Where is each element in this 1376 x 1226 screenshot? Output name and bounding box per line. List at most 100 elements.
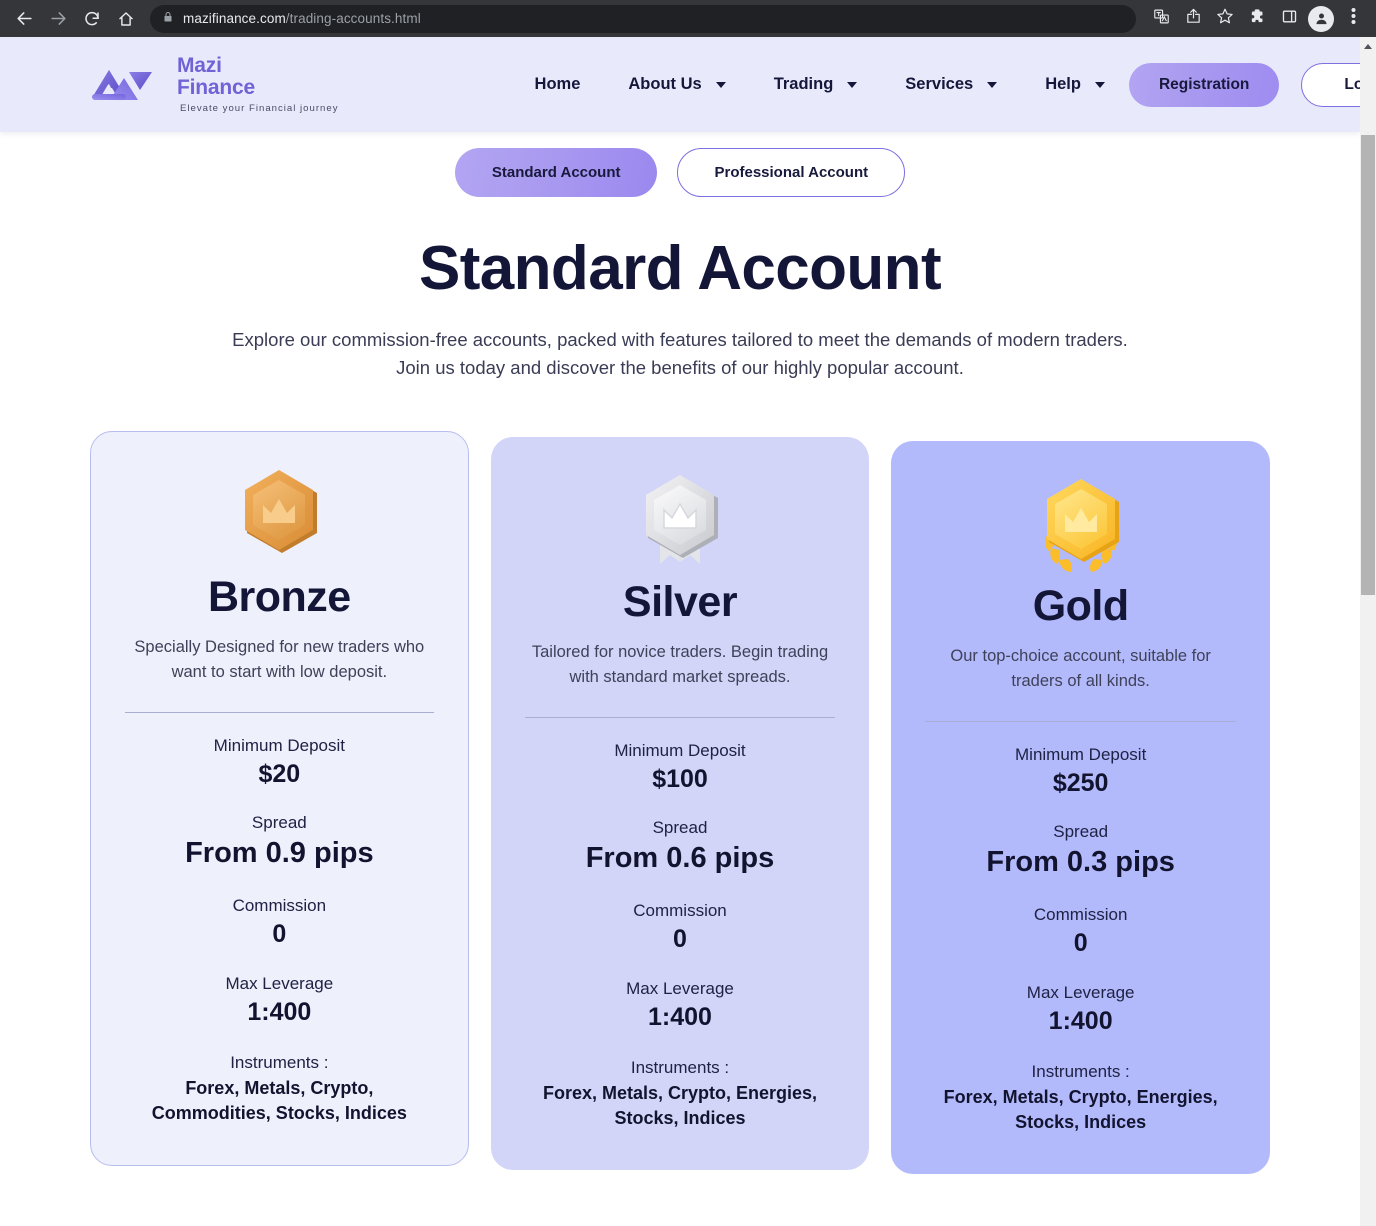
web-page: Mazi Finance Elevate your Financial jour… bbox=[0, 37, 1376, 1226]
stat-commission: Commission 0 bbox=[125, 895, 434, 951]
share-icon bbox=[1185, 8, 1202, 30]
tab-standard-account[interactable]: Standard Account bbox=[454, 148, 658, 197]
bronze-badge-wrap bbox=[125, 458, 434, 576]
instruments-label: Instruments : bbox=[230, 1053, 329, 1073]
side-panel-button[interactable] bbox=[1274, 4, 1304, 34]
stat-value: 1:400 bbox=[247, 997, 312, 1026]
account-card-bronze[interactable]: Bronze Specially Designed for new trader… bbox=[90, 430, 469, 1167]
stat-value: $20 bbox=[258, 759, 301, 788]
stat-label: Minimum Deposit bbox=[1015, 744, 1147, 764]
stat-spread: Spread From 0.6 pips bbox=[525, 817, 836, 878]
back-button[interactable] bbox=[8, 3, 40, 35]
stat-value: $250 bbox=[1052, 768, 1109, 797]
site-logo[interactable]: Mazi Finance Elevate your Financial jour… bbox=[90, 55, 339, 114]
card-tier-title: Silver bbox=[622, 577, 738, 626]
back-arrow-icon bbox=[15, 9, 34, 28]
account-card-silver[interactable]: Silver Tailored for novice traders. Begi… bbox=[490, 436, 870, 1171]
stat-label: Minimum Deposit bbox=[213, 735, 345, 755]
stat-minimum-deposit: Minimum Deposit $250 bbox=[925, 744, 1236, 800]
nav-label: Help bbox=[1045, 75, 1081, 93]
stat-spread: Spread From 0.3 pips bbox=[925, 821, 1236, 882]
reload-button[interactable] bbox=[76, 3, 108, 35]
browser-menu-button[interactable] bbox=[1338, 4, 1368, 34]
stat-label: Commission bbox=[1033, 905, 1128, 925]
nav-label: Home bbox=[534, 75, 581, 93]
card-tier-title: Bronze bbox=[207, 572, 351, 621]
url-domain: mazifinance.com bbox=[183, 11, 286, 26]
nav-item-trading[interactable]: Trading bbox=[750, 75, 882, 94]
gold-hexagon-crown-laurel-badge-icon bbox=[1023, 470, 1139, 582]
stat-label: Max Leverage bbox=[225, 973, 334, 993]
silver-hexagon-crown-ribbon-badge-icon bbox=[626, 466, 734, 578]
stat-minimum-deposit: Minimum Deposit $20 bbox=[125, 735, 434, 791]
stat-commission: Commission 0 bbox=[525, 900, 836, 956]
profile-button[interactable] bbox=[1306, 4, 1336, 34]
card-tier-title: Gold bbox=[1032, 581, 1129, 630]
logo-line-1: Mazi bbox=[177, 54, 222, 78]
nav-item-help[interactable]: Help bbox=[1021, 75, 1129, 94]
chevron-down-icon bbox=[715, 81, 726, 88]
instruments-block: Instruments : Forex, Metals, Crypto, Ene… bbox=[525, 1057, 836, 1130]
page-scrollbar[interactable] bbox=[1360, 37, 1376, 1226]
nav-item-about-us[interactable]: About Us bbox=[604, 75, 749, 94]
instruments-value: Forex, Metals, Crypto, Energies, Stocks,… bbox=[943, 1087, 1218, 1132]
stat-spread: Spread From 0.9 pips bbox=[125, 812, 434, 873]
browser-toolbar: mazifinance.com/trading-accounts.html bbox=[0, 0, 1376, 37]
silver-badge-wrap bbox=[525, 463, 836, 581]
chevron-up-icon bbox=[1364, 43, 1372, 49]
nav-label: About Us bbox=[628, 75, 702, 93]
home-icon bbox=[117, 10, 135, 28]
instruments-label: Instruments : bbox=[1031, 1062, 1130, 1082]
url-path: /trading-accounts.html bbox=[285, 11, 421, 26]
page-viewport: Mazi Finance Elevate your Financial jour… bbox=[0, 37, 1376, 1226]
account-type-tabs: Standard Account Professional Account bbox=[0, 148, 1360, 197]
registration-button[interactable]: Registration bbox=[1128, 62, 1280, 107]
stat-value: From 0.9 pips bbox=[185, 837, 374, 870]
account-card-gold[interactable]: Gold Our top-choice account, suitable fo… bbox=[891, 440, 1270, 1175]
side-panel-icon bbox=[1281, 8, 1298, 30]
page-title: Standard Account bbox=[418, 234, 942, 303]
stat-value: From 0.3 pips bbox=[986, 846, 1175, 879]
page-subtitle: Explore our commission-free accounts, pa… bbox=[0, 326, 1360, 383]
site-header: Mazi Finance Elevate your Financial jour… bbox=[0, 37, 1376, 132]
nav-item-home[interactable]: Home bbox=[511, 75, 605, 94]
translate-icon bbox=[1153, 8, 1170, 30]
bronze-hexagon-crown-badge-icon bbox=[225, 461, 333, 573]
share-button[interactable] bbox=[1178, 4, 1208, 34]
logo-tagline: Elevate your Financial journey bbox=[180, 102, 339, 114]
card-description: Specially Designed for new traders who w… bbox=[134, 637, 425, 681]
instruments-block: Instruments : Forex, Metals, Crypto, Ene… bbox=[925, 1061, 1236, 1134]
nav-item-services[interactable]: Services bbox=[881, 75, 1021, 94]
bookmark-star-icon bbox=[1216, 7, 1234, 30]
bookmark-button[interactable] bbox=[1210, 4, 1240, 34]
main-navigation: Home About Us Trading Services Help bbox=[511, 75, 1129, 94]
instruments-value: Forex, Metals, Crypto, Commodities, Stoc… bbox=[151, 1078, 407, 1123]
site-logo-text: Mazi Finance bbox=[177, 55, 339, 98]
translate-button[interactable] bbox=[1146, 4, 1176, 34]
instruments-label: Instruments : bbox=[630, 1058, 730, 1078]
card-divider bbox=[125, 711, 434, 713]
scrollbar-thumb[interactable] bbox=[1361, 135, 1375, 595]
hero-section: Standard Account Explore our commission-… bbox=[0, 238, 1360, 383]
stat-label: Spread bbox=[1053, 822, 1109, 842]
address-bar[interactable]: mazifinance.com/trading-accounts.html bbox=[150, 4, 1136, 33]
instruments-value: Forex, Metals, Crypto, Energies, Stocks,… bbox=[542, 1083, 818, 1128]
extensions-puzzle-icon bbox=[1249, 8, 1266, 30]
three-dot-menu-icon bbox=[1351, 7, 1356, 30]
extensions-button[interactable] bbox=[1242, 4, 1272, 34]
stat-label: Max Leverage bbox=[626, 978, 734, 998]
stat-label: Spread bbox=[251, 813, 307, 833]
card-description: Our top-choice account, suitable for tra… bbox=[950, 646, 1211, 690]
forward-arrow-icon bbox=[49, 9, 68, 28]
scrollbar-up-arrow[interactable] bbox=[1360, 37, 1376, 55]
tab-professional-account[interactable]: Professional Account bbox=[677, 148, 906, 197]
stat-max-leverage: Max Leverage 1:400 bbox=[125, 973, 434, 1029]
nav-label: Services bbox=[905, 75, 974, 93]
stat-minimum-deposit: Minimum Deposit $100 bbox=[525, 740, 836, 796]
forward-button[interactable] bbox=[42, 3, 74, 35]
stat-value: 0 bbox=[272, 920, 287, 949]
chevron-down-icon bbox=[847, 81, 858, 88]
stat-value: 1:400 bbox=[1048, 1006, 1113, 1035]
home-button[interactable] bbox=[110, 3, 142, 35]
logo-line-2: Finance bbox=[177, 75, 255, 99]
